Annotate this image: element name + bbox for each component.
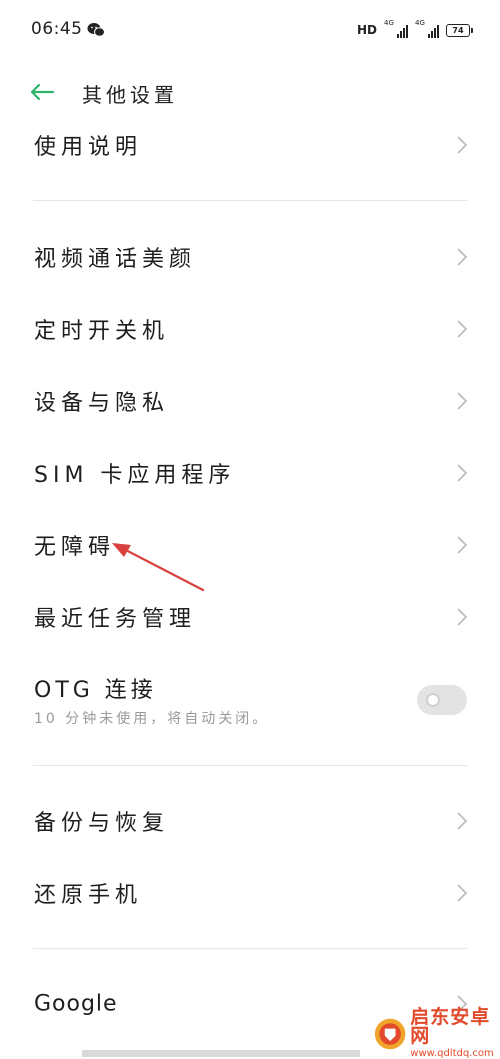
watermark-url: www.qdltdq.com [410, 1048, 494, 1059]
settings-item-otg: OTG 连接 10 分钟未使用，将自动关闭。 [0, 664, 500, 744]
otg-title: OTG 连接 [34, 678, 157, 703]
battery-level: 74 [452, 25, 464, 35]
settings-item-label: 设备与隐私 [34, 391, 170, 416]
settings-item-label: 最近任务管理 [34, 607, 197, 632]
settings-item-label: 无障碍 [34, 535, 116, 560]
chevron-right-icon [457, 884, 468, 902]
network-type: 4G [415, 19, 425, 27]
settings-item-label: 还原手机 [34, 883, 143, 908]
settings-item-label: Google [34, 991, 118, 1017]
network-type: 4G [384, 19, 394, 27]
divider [33, 948, 467, 949]
battery-icon: 74 [446, 23, 473, 37]
chevron-right-icon [457, 136, 468, 154]
watermark: 启东安卓网 www.qdltdq.com [374, 1006, 500, 1059]
otg-toggle[interactable] [417, 685, 467, 715]
chevron-right-icon [457, 464, 468, 482]
otg-subtitle: 10 分钟未使用，将自动关闭。 [34, 711, 270, 727]
back-arrow-icon[interactable] [29, 82, 55, 102]
settings-item-backup-restore[interactable]: 备份与恢复 [0, 789, 500, 853]
settings-item-scheduled-power[interactable]: 定时开关机 [0, 297, 500, 361]
settings-item-device-privacy[interactable]: 设备与隐私 [0, 369, 500, 433]
settings-item-label: 视频通话美颜 [34, 247, 197, 272]
status-time: 06:45 [31, 19, 83, 39]
watermark-name: 启东安卓网 [410, 1006, 491, 1047]
wechat-icon [87, 23, 105, 37]
divider [33, 765, 467, 766]
chevron-right-icon [457, 536, 468, 554]
toggle-knob [426, 693, 440, 707]
divider [33, 200, 467, 201]
settings-item-usage-guide[interactable]: 使用说明 [0, 113, 500, 177]
settings-item-recent-tasks[interactable]: 最近任务管理 [0, 585, 500, 649]
settings-item-label: SIM 卡应用程序 [34, 463, 236, 488]
hd-indicator: HD [356, 23, 377, 37]
settings-item-accessibility[interactable]: 无障碍 [0, 513, 500, 577]
chevron-right-icon [457, 812, 468, 830]
settings-item-label: 定时开关机 [34, 319, 170, 344]
bottom-nav-bar [82, 1050, 360, 1057]
signal-icon: 4G [384, 19, 408, 38]
settings-item-video-call-beauty[interactable]: 视频通话美颜 [0, 225, 500, 289]
page-title: 其他设置 [82, 83, 178, 107]
settings-item-reset-phone[interactable]: 还原手机 [0, 861, 500, 925]
chevron-right-icon [457, 320, 468, 338]
header: 其他设置 [0, 70, 500, 116]
chevron-right-icon [457, 392, 468, 410]
status-indicators: HD 4G 4G 74 [356, 19, 473, 39]
settings-item-label: 备份与恢复 [34, 811, 170, 836]
signal-icon: 4G [415, 19, 439, 38]
watermark-logo-icon [374, 1018, 406, 1049]
status-bar: 06:45 HD 4G 4G 74 [0, 0, 500, 60]
settings-item-sim-apps[interactable]: SIM 卡应用程序 [0, 441, 500, 505]
settings-item-label: 使用说明 [34, 135, 143, 160]
chevron-right-icon [457, 608, 468, 626]
chevron-right-icon [457, 248, 468, 266]
